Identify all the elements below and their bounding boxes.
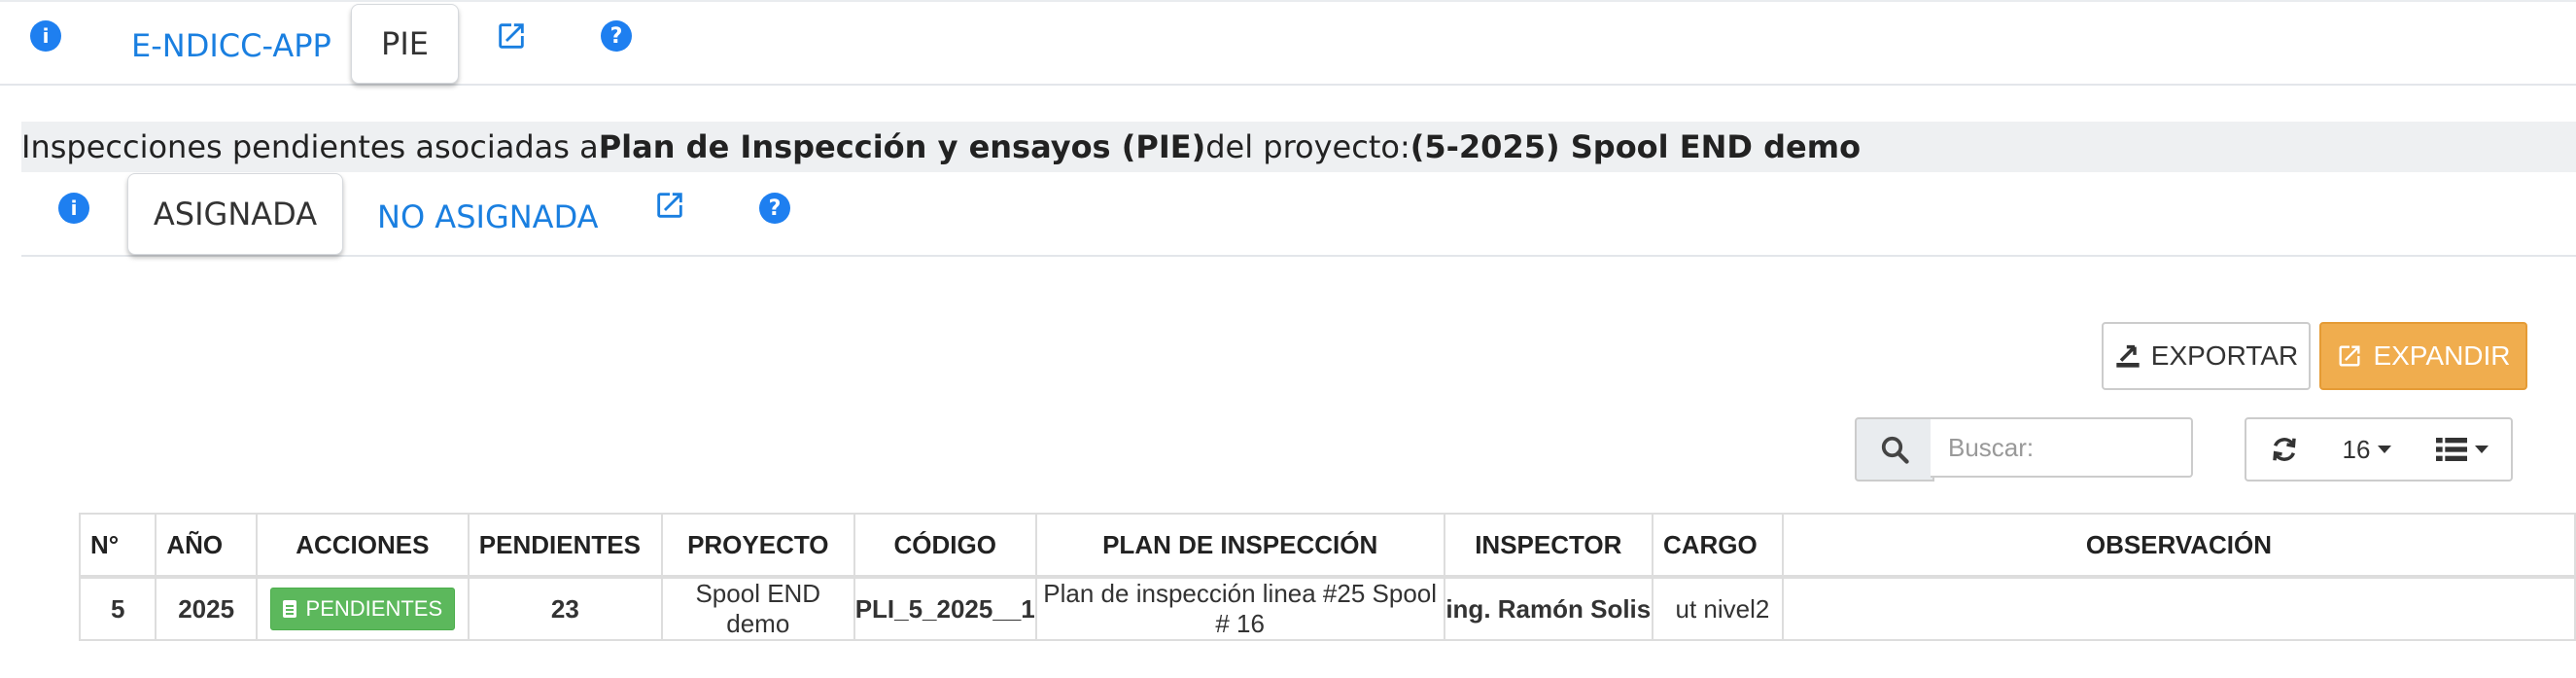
tab-e-ndicc-app[interactable]: E-NDICC-APP xyxy=(131,27,331,64)
col-header[interactable]: INSPECTOR xyxy=(1443,513,1654,579)
col-header[interactable]: CARGO xyxy=(1651,513,1784,579)
external-link-icon[interactable] xyxy=(495,19,528,53)
cell-code[interactable]: PLI_5_2025__1 xyxy=(853,576,1037,641)
refresh-icon xyxy=(2273,438,2296,461)
chevron-down-icon xyxy=(2475,446,2489,453)
cell-n: 5 xyxy=(78,576,157,641)
pending-button[interactable]: PENDIENTES xyxy=(269,588,456,630)
external-link-icon xyxy=(2339,345,2360,367)
page-size-select[interactable]: 16 xyxy=(2320,417,2416,482)
heading-prefix: Inspecciones pendientes asociadas a xyxy=(21,128,599,165)
info-icon[interactable]: i xyxy=(58,193,89,224)
cell-actions: PENDIENTES xyxy=(255,576,470,641)
info-icon[interactable]: i xyxy=(30,20,61,52)
main-tabs: i E-NDICC-APP PIE ? xyxy=(0,0,2576,86)
search-icon xyxy=(1855,417,1934,482)
export-icon xyxy=(2116,344,2140,368)
tab-pie[interactable]: PIE xyxy=(351,4,459,84)
cell-year: 2025 xyxy=(155,576,258,641)
col-header[interactable]: OBSERVACIÓN xyxy=(1781,513,2576,579)
tab-asignada[interactable]: ASIGNADA xyxy=(127,173,343,255)
external-link-icon[interactable] xyxy=(653,189,686,222)
col-header[interactable]: ACCIONES xyxy=(255,513,470,579)
heading-middle: del proyecto: xyxy=(1205,128,1410,165)
help-icon[interactable]: ? xyxy=(759,193,790,224)
col-header[interactable]: PLAN DE INSPECCIÓN xyxy=(1034,513,1445,579)
chevron-down-icon xyxy=(2378,446,2392,453)
expand-button[interactable]: EXPANDIR xyxy=(2319,322,2527,390)
expand-label: EXPANDIR xyxy=(2373,340,2511,371)
heading-project: (5-2025) Spool END demo xyxy=(1410,128,1862,165)
cell-observation xyxy=(1781,576,2576,641)
col-header[interactable]: AÑO xyxy=(155,513,258,579)
table-header-row: N° AÑO ACCIONES PENDIENTES PROYECTO CÓDI… xyxy=(78,513,2576,579)
search-group xyxy=(1855,417,2205,482)
inspections-table: N° AÑO ACCIONES PENDIENTES PROYECTO CÓDI… xyxy=(78,513,2576,641)
assignment-tabs: i ASIGNADA NO ASIGNADA ? xyxy=(21,173,2576,257)
col-header[interactable]: PROYECTO xyxy=(660,513,855,579)
page-heading: Inspecciones pendientes asociadas a Plan… xyxy=(21,122,2576,172)
page-size-value: 16 xyxy=(2342,434,2371,464)
table-controls: 16 xyxy=(2245,417,2515,482)
cell-pending: 23 xyxy=(467,576,663,641)
cell-cargo: ut nivel2 xyxy=(1651,576,1784,641)
pending-button-label: PENDIENTES xyxy=(305,596,443,621)
export-label: EXPORTAR xyxy=(2150,340,2299,371)
list-icon xyxy=(2436,438,2467,461)
col-header[interactable]: CÓDIGO xyxy=(853,513,1037,579)
heading-plan: Plan de Inspección y ensayos (PIE) xyxy=(598,128,1206,165)
search-input[interactable] xyxy=(1931,417,2193,478)
cell-project: Spool END demo xyxy=(660,576,855,641)
tab-no-asignada[interactable]: NO ASIGNADA xyxy=(377,198,599,235)
help-icon[interactable]: ? xyxy=(601,20,632,52)
document-icon xyxy=(282,600,296,618)
export-button[interactable]: EXPORTAR xyxy=(2102,322,2311,390)
table-row: 5 2025 PENDIENTES 23 Spool END demo PLI_… xyxy=(78,576,2576,641)
cell-plan: Plan de inspección linea #25 Spool # 16 xyxy=(1034,576,1445,641)
cell-inspector: ing. Ramón Solis xyxy=(1443,576,1654,641)
col-header[interactable]: PENDIENTES xyxy=(467,513,663,579)
columns-toggle[interactable] xyxy=(2414,417,2513,482)
refresh-button[interactable] xyxy=(2245,417,2324,482)
col-header[interactable]: N° xyxy=(78,513,157,579)
